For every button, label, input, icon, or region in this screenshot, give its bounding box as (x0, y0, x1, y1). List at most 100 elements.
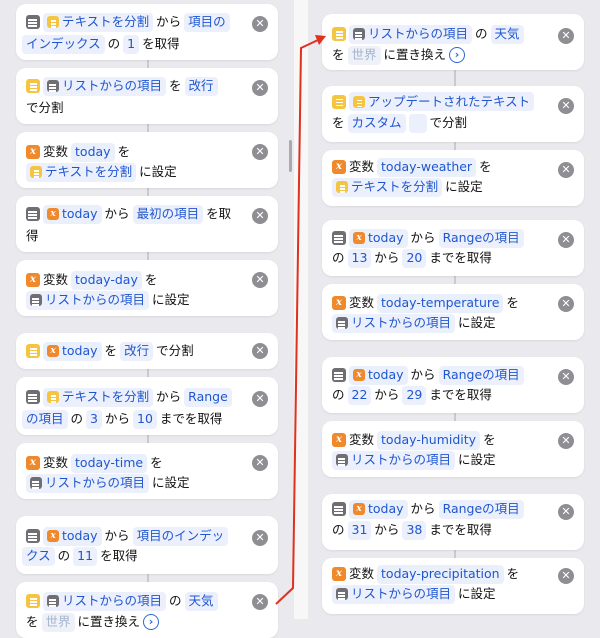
remove-icon[interactable]: ✕ (558, 28, 574, 44)
remove-icon[interactable]: ✕ (252, 144, 268, 160)
param-token[interactable]: カスタム (347, 113, 406, 133)
param-token[interactable]: Range (184, 387, 232, 407)
remove-icon[interactable]: ✕ (252, 80, 268, 96)
static-text: までを取得 (159, 411, 223, 426)
param-token[interactable]: x today (349, 499, 408, 519)
action-card-set-today[interactable]: x 変数 today を テキストを分割 に設定 ✕ (16, 132, 278, 188)
param-token[interactable]: リストからの項目 (26, 290, 150, 310)
param-token[interactable]: リストからの項目 (332, 584, 456, 604)
variable-name-token[interactable]: today-temperature (377, 293, 504, 313)
static-text: から (104, 411, 130, 426)
variable-name-token[interactable]: today-day (71, 270, 142, 290)
param-token[interactable]: 最初の項目 (132, 204, 204, 224)
action-card-set-today-weather[interactable]: x 変数 today-weather を テキストを分割 に設定 ✕ (322, 150, 584, 206)
action-card-set-today-time[interactable]: x 変数 today-time を リストからの項目 に設定 ✕ (16, 443, 278, 499)
param-token[interactable]: 改行 (184, 76, 218, 96)
action-card-set-today-day[interactable]: x 変数 today-day を リストからの項目 に設定 ✕ (16, 260, 278, 316)
action-card-split-today[interactable]: x today を 改行 で分割 ✕ (16, 333, 278, 369)
param-token[interactable]: テキストを分割 (332, 177, 443, 197)
param-token[interactable]: テキストを分割 (26, 162, 137, 182)
param-token[interactable]: リストからの項目 (332, 450, 456, 470)
param-token[interactable]: 世界 (41, 612, 75, 632)
param-token[interactable]: 11 (73, 546, 98, 566)
action-card-set-today-temperature[interactable]: x 変数 today-temperature を リストからの項目 に設定 ✕ (322, 284, 584, 340)
param-token[interactable]: インデックス (22, 34, 105, 54)
param-token[interactable]: リストからの項目 (43, 591, 167, 611)
remove-icon[interactable]: ✕ (252, 343, 268, 359)
param-token[interactable]: リストからの項目 (349, 24, 473, 44)
action-card-range-31-38[interactable]: x today から Rangeの項目 の 31 から 38 までを取得 ✕ (322, 494, 584, 550)
remove-icon[interactable]: ✕ (252, 16, 268, 32)
param-token[interactable]: 世界 (347, 45, 381, 65)
param-token[interactable]: リストからの項目 (332, 313, 456, 333)
param-token[interactable]: リストからの項目 (43, 76, 167, 96)
param-token[interactable]: Rangeの項目 (438, 228, 524, 248)
remove-icon[interactable]: ✕ (252, 455, 268, 471)
variable-name-token[interactable]: today-precipitation (377, 564, 504, 584)
remove-icon[interactable]: ✕ (558, 568, 574, 584)
action-card-range-13-20[interactable]: x today から Rangeの項目 の 13 から 20 までを取得 ✕ (322, 220, 584, 276)
static-text: に設定 (152, 475, 190, 490)
remove-icon[interactable]: ✕ (558, 232, 574, 248)
variable-name-token[interactable]: today-weather (377, 157, 477, 177)
action-card-replace-weather[interactable]: リストからの項目 の 天気 を 世界 に置き換え › ✕ (322, 14, 584, 70)
action-card-set-today-precipitation[interactable]: x 変数 today-precipitation を リストからの項目 に設定 … (322, 558, 584, 614)
variable-name-token[interactable]: today-time (71, 453, 148, 473)
action-card-split-custom[interactable]: アップデートされたテキスト を カスタム で分割 ✕ (322, 86, 584, 142)
param-token[interactable]: 天気 (184, 591, 218, 611)
param-token[interactable]: 22 (347, 385, 372, 405)
action-card-split-index[interactable]: テキストを分割 から 項目の インデックス の 1 を取得 ✕ (16, 4, 278, 60)
param-token[interactable]: 1 (123, 34, 140, 54)
remove-icon[interactable]: ✕ (252, 272, 268, 288)
param-token[interactable]: 改行 (120, 341, 154, 361)
remove-icon[interactable]: ✕ (252, 530, 268, 546)
param-token[interactable]: 38 (402, 520, 427, 540)
variable-name-token[interactable]: today-humidity (377, 430, 481, 450)
param-token[interactable]: 29 (402, 385, 427, 405)
remove-icon[interactable]: ✕ (252, 391, 268, 407)
param-token[interactable]: Rangeの項目 (438, 365, 524, 385)
param-token[interactable]: 項目の (184, 12, 230, 32)
param-token[interactable]: 13 (347, 248, 372, 268)
param-token[interactable]: リストからの項目 (26, 473, 150, 493)
remove-icon[interactable]: ✕ (558, 98, 574, 114)
remove-icon[interactable]: ✕ (558, 296, 574, 312)
remove-icon[interactable]: ✕ (558, 369, 574, 385)
remove-icon[interactable]: ✕ (558, 504, 574, 520)
param-token[interactable]: テキストを分割 (43, 12, 154, 32)
param-token[interactable]: x today (349, 228, 408, 248)
param-token[interactable]: クス (22, 546, 55, 566)
param-token[interactable]: 天気 (490, 24, 524, 44)
expand-icon[interactable]: › (449, 47, 466, 63)
action-card-index-11[interactable]: x today から 項目のインデッ クス の 11 を取得 ✕ (16, 516, 278, 574)
param-token[interactable]: x today (43, 526, 102, 546)
param-token[interactable]: 項目のインデッ (132, 526, 229, 546)
param-token[interactable]: x today (349, 365, 408, 385)
action-card-replace-weather[interactable]: リストからの項目 の 天気 を 世界 に置き換え › ✕ (16, 582, 278, 638)
param-token[interactable]: 3 (86, 409, 102, 429)
param-token[interactable]: アップデートされたテキスト (349, 92, 535, 111)
param-token[interactable]: 20 (402, 248, 427, 268)
action-card-split-newline[interactable]: リストからの項目 を 改行 で分割 ✕ (16, 68, 278, 124)
action-card-range-3-10[interactable]: テキストを分割 から Range の項目 の 3 から 10 までを取得 ✕ (16, 377, 278, 435)
param-token[interactable]: テキストを分割 (43, 387, 154, 407)
variable-name-token[interactable]: today (71, 142, 115, 162)
param-token[interactable]: Rangeの項目 (438, 499, 524, 519)
remove-icon[interactable]: ✕ (252, 208, 268, 224)
variable-icon: x (332, 296, 346, 310)
remove-icon[interactable]: ✕ (558, 433, 574, 449)
param-token[interactable]: 10 (133, 409, 157, 429)
expand-icon[interactable]: › (143, 614, 160, 630)
static-text: 変数 (349, 295, 375, 310)
remove-icon[interactable]: ✕ (558, 162, 574, 178)
right-column: リストからの項目 の 天気 を 世界 に置き換え › ✕ アップデートされたテキ… (308, 0, 600, 619)
param-token[interactable]: 31 (347, 520, 372, 540)
remove-icon[interactable]: ✕ (252, 594, 268, 610)
custom-separator-field[interactable] (408, 113, 427, 133)
action-card-first-item[interactable]: x today から 最初の項目 を取 得 ✕ (16, 196, 278, 252)
param-token[interactable]: x today (43, 204, 102, 224)
action-card-set-today-humidity[interactable]: x 変数 today-humidity を リストからの項目 に設定 ✕ (322, 421, 584, 477)
param-token[interactable]: x today (43, 341, 102, 361)
action-card-range-22-29[interactable]: x today から Rangeの項目 の 22 から 29 までを取得 ✕ (322, 357, 584, 413)
param-token[interactable]: の項目 (22, 409, 68, 429)
